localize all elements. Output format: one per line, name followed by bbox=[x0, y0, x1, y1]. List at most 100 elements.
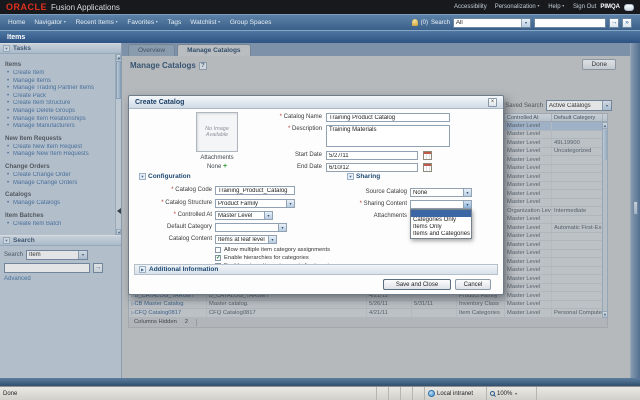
dropdown-option[interactable]: Items Only bbox=[411, 224, 471, 231]
dropdown-option-blank[interactable] bbox=[411, 210, 471, 217]
scroll-up-icon[interactable]: ▲ bbox=[603, 123, 607, 129]
right-panel-splitter[interactable] bbox=[630, 43, 640, 378]
calendar-icon[interactable] bbox=[423, 151, 432, 160]
task-item[interactable]: Manage Trading Partner Items bbox=[5, 85, 111, 93]
nav-menu-item[interactable]: Group Spaces bbox=[230, 19, 272, 26]
task-item[interactable]: Manage Items bbox=[5, 78, 111, 86]
top-link[interactable]: Sign Out bbox=[573, 4, 596, 10]
checkbox-row[interactable]: Enable hierarchies for categories bbox=[215, 254, 335, 261]
status-text: Done bbox=[0, 387, 376, 400]
calendar-icon[interactable] bbox=[423, 163, 432, 172]
advanced-search-link[interactable]: Advanced bbox=[4, 276, 117, 282]
dropdown-option[interactable]: Categories Only bbox=[411, 217, 471, 224]
source-catalog-select[interactable]: None ▼ bbox=[410, 188, 472, 197]
add-attachment-icon[interactable]: + bbox=[223, 163, 227, 170]
checkbox[interactable] bbox=[215, 247, 221, 253]
expand-icon[interactable]: ▶ bbox=[139, 266, 146, 273]
scroll-down-icon[interactable]: ▼ bbox=[603, 311, 607, 317]
configuration-section-header[interactable]: ▼ Configuration bbox=[139, 173, 191, 180]
end-date-input[interactable] bbox=[326, 163, 418, 172]
scroll-up-icon[interactable]: ▲ bbox=[116, 54, 121, 60]
nav-menu-item[interactable]: Watchlist bbox=[190, 19, 221, 26]
tab[interactable]: Overview bbox=[128, 44, 176, 56]
nav-menu-item[interactable]: Home bbox=[8, 19, 25, 26]
tasks-list: Items Create ItemManage ItemsManage Tradi… bbox=[0, 54, 121, 231]
top-link[interactable]: Help bbox=[548, 4, 565, 10]
catalog-name-input[interactable] bbox=[326, 113, 450, 122]
saved-search-select[interactable]: Active Catalogs ▼ bbox=[546, 100, 612, 111]
catalog-structure-select[interactable]: Product Family ▼ bbox=[215, 199, 295, 208]
zoom-control[interactable]: 100% ▼ bbox=[486, 387, 536, 400]
column-header[interactable]: Controlled At bbox=[505, 114, 552, 121]
splitter-handle[interactable] bbox=[633, 201, 638, 215]
checkbox[interactable] bbox=[215, 254, 221, 261]
task-item[interactable]: Manage Item Relationships bbox=[5, 116, 111, 124]
tasks-panel-header[interactable]: ▼ Tasks bbox=[0, 43, 121, 54]
top-link[interactable]: Personalization bbox=[495, 4, 540, 10]
task-item[interactable]: Create Pack bbox=[5, 93, 111, 101]
browser-status-bar: Done Local intranet 100% ▼ bbox=[0, 386, 640, 400]
search-panel-body: Search Item ▼ → Advanced bbox=[0, 246, 121, 286]
description-input[interactable]: Training Materials bbox=[326, 125, 450, 147]
cell-controlled-at: Master Level bbox=[505, 300, 552, 308]
task-item[interactable]: Create Change Order bbox=[5, 172, 111, 180]
nav-search-go-icon[interactable]: → bbox=[609, 17, 619, 28]
nav-menu-item[interactable]: Tags bbox=[168, 19, 182, 26]
task-item[interactable]: Manage Delete Groups bbox=[5, 108, 111, 116]
help-icon[interactable]: ? bbox=[198, 61, 207, 70]
collapse-icon[interactable]: ▼ bbox=[139, 173, 146, 180]
default-category-select[interactable]: ▼ bbox=[215, 223, 287, 232]
close-icon[interactable]: × bbox=[488, 97, 497, 107]
task-item[interactable]: Manage New Item Requests bbox=[5, 151, 111, 159]
task-item[interactable]: Create Item Structure bbox=[5, 100, 111, 108]
catalog-code-input[interactable] bbox=[215, 186, 295, 195]
table-scrollbar[interactable]: ▲ ▼ bbox=[602, 122, 608, 318]
task-item[interactable]: Create Item Batch bbox=[5, 221, 111, 229]
sidebar-splitter-handle[interactable] bbox=[117, 208, 121, 214]
nav-search-input[interactable] bbox=[534, 17, 606, 28]
top-link[interactable]: Accessibility bbox=[454, 4, 487, 10]
nav-menu: Home Navigator Recent Items Favorites Tags Wa… bbox=[8, 19, 271, 26]
notifications-bell-icon[interactable] bbox=[411, 19, 418, 26]
cancel-button[interactable]: Cancel bbox=[455, 279, 491, 290]
collapse-icon[interactable]: ▼ bbox=[3, 237, 10, 244]
start-date-input[interactable] bbox=[326, 151, 418, 160]
chat-icon[interactable] bbox=[624, 3, 634, 11]
collapse-icon[interactable]: ▼ bbox=[347, 173, 354, 180]
cell-end-date bbox=[412, 309, 457, 317]
table-row[interactable]: CB Master Catalog Master catalog. 5/26/1… bbox=[129, 300, 603, 309]
controlled-at-select[interactable]: Master Level ▼ bbox=[215, 211, 273, 220]
nav-menu-item[interactable]: Recent Items bbox=[76, 19, 119, 26]
task-item[interactable]: Manage Catalogs bbox=[5, 200, 111, 208]
scroll-thumb[interactable] bbox=[116, 61, 121, 99]
search-scope-select[interactable]: Item ▼ bbox=[26, 250, 89, 260]
additional-information-header[interactable]: ▶ Additional Information bbox=[134, 264, 498, 275]
nav-menu-item[interactable]: Favorites bbox=[127, 19, 158, 26]
saved-search: Saved Search Active Catalogs ▼ bbox=[505, 100, 612, 111]
task-item[interactable]: Create Item bbox=[5, 70, 111, 78]
done-button[interactable]: Done bbox=[582, 59, 616, 70]
sidebar-search-input[interactable] bbox=[4, 263, 90, 273]
cell-controlled-at: Organization Level bbox=[507, 207, 552, 215]
nav-menu-item[interactable]: Navigator bbox=[34, 19, 66, 26]
sharing-section-header[interactable]: ▼ Sharing bbox=[347, 173, 380, 180]
sidebar-search-go-icon[interactable]: → bbox=[93, 263, 103, 273]
sharing-content-select[interactable]: ▼ bbox=[410, 200, 472, 209]
create-catalog-dialog: Create Catalog × No Image Available Atta… bbox=[128, 95, 504, 295]
dropdown-option[interactable]: Items and Categories bbox=[411, 231, 471, 238]
catalog-content-select[interactable]: Items at leaf level ▼ bbox=[215, 235, 277, 244]
save-and-close-button[interactable]: Save and Close bbox=[383, 279, 451, 290]
scroll-thumb[interactable] bbox=[603, 130, 607, 160]
tab[interactable]: Manage Catalogs bbox=[177, 44, 251, 56]
status-cell bbox=[536, 387, 640, 400]
search-panel-header[interactable]: ▼ Search bbox=[0, 235, 121, 246]
table-row[interactable]: CFQ Catalog0817 CFQ Catalog0817 4/21/11 … bbox=[129, 309, 603, 318]
nav-search-scope-select[interactable]: All ▼ bbox=[453, 17, 531, 28]
nav-advanced-search-icon[interactable]: » bbox=[622, 17, 632, 28]
task-item[interactable]: Manage Manufacturers bbox=[5, 123, 111, 131]
collapse-icon[interactable]: ▼ bbox=[3, 45, 10, 52]
task-item[interactable]: Create New Item Request bbox=[5, 144, 111, 152]
task-item[interactable]: Manage Change Orders bbox=[5, 180, 111, 188]
checkbox-row[interactable]: Allow multiple item category assignments bbox=[215, 247, 335, 253]
column-header[interactable]: Default Category bbox=[552, 114, 603, 121]
